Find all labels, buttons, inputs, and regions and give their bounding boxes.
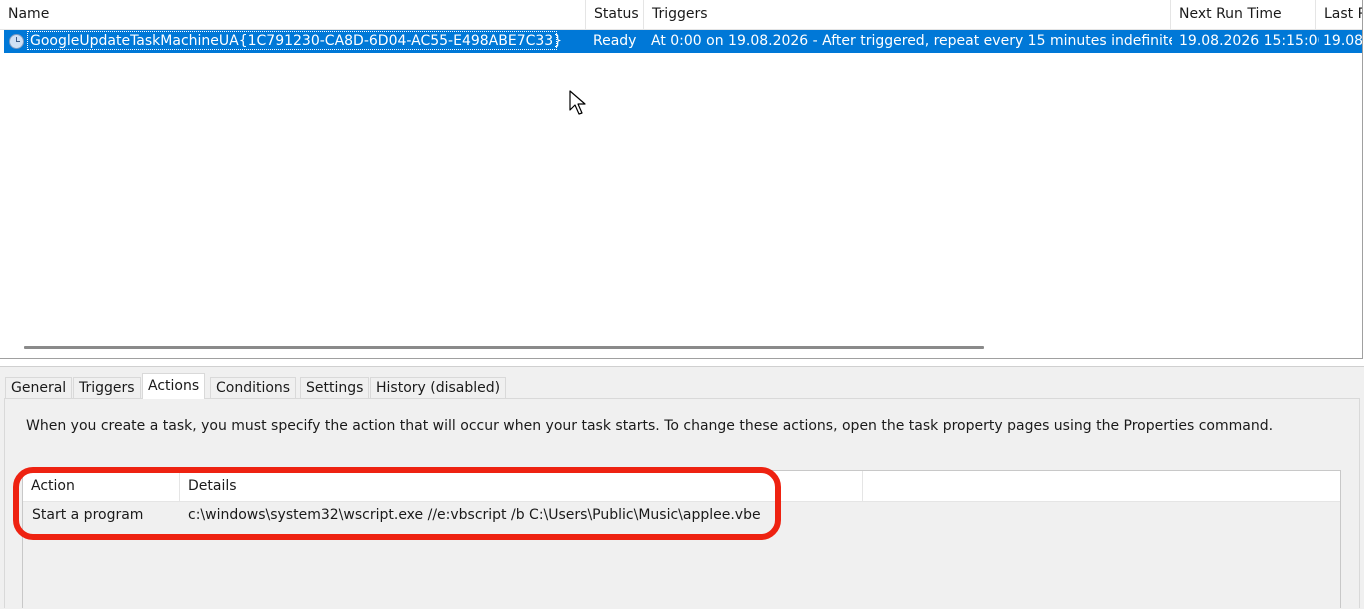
tab-conditions[interactable]: Conditions <box>210 377 297 398</box>
mouse-pointer-icon <box>569 90 586 115</box>
action-row[interactable]: Start a program c:\windows\system32\wscr… <box>23 502 1340 528</box>
column-header-action[interactable]: Action <box>23 471 180 501</box>
column-header-last-run[interactable]: Last R <box>1316 0 1362 29</box>
task-list-header: Name Status Triggers Next Run Time Last … <box>0 0 1362 30</box>
tab-actions[interactable]: Actions <box>142 373 206 399</box>
task-clock-icon <box>9 34 24 49</box>
task-row-selected[interactable]: GoogleUpdateTaskMachineUA{1C791230-CA8D-… <box>4 30 1362 53</box>
column-header-name[interactable]: Name <box>0 0 586 29</box>
tab-history[interactable]: History (disabled) <box>370 377 507 398</box>
actions-description: When you create a task, you must specify… <box>26 418 1274 434</box>
column-header-next-run-time[interactable]: Next Run Time <box>1171 0 1316 29</box>
task-next-run-time: 19.08.2026 15:15:00 <box>1179 33 1319 49</box>
task-last-run: 19.08. <box>1323 33 1362 49</box>
task-name: GoogleUpdateTaskMachineUA{1C791230-CA8D-… <box>30 33 563 49</box>
actions-list-header: Action Details <box>23 471 1340 502</box>
action-details: c:\windows\system32\wscript.exe //e:vbsc… <box>188 507 761 523</box>
column-header-status[interactable]: Status <box>586 0 644 29</box>
column-header-triggers[interactable]: Triggers <box>644 0 1171 29</box>
action-type: Start a program <box>32 507 144 523</box>
tab-general[interactable]: General <box>5 377 73 398</box>
task-triggers: At 0:00 on 19.08.2026 - After triggered,… <box>651 33 1172 49</box>
tab-triggers[interactable]: Triggers <box>73 377 141 398</box>
column-header-details[interactable]: Details <box>180 471 863 501</box>
tab-settings[interactable]: Settings <box>300 377 370 398</box>
task-status: Ready <box>593 33 637 49</box>
horizontal-scrollbar-thumb[interactable] <box>24 346 984 349</box>
task-list-pane: Name Status Triggers Next Run Time Last … <box>0 0 1363 359</box>
